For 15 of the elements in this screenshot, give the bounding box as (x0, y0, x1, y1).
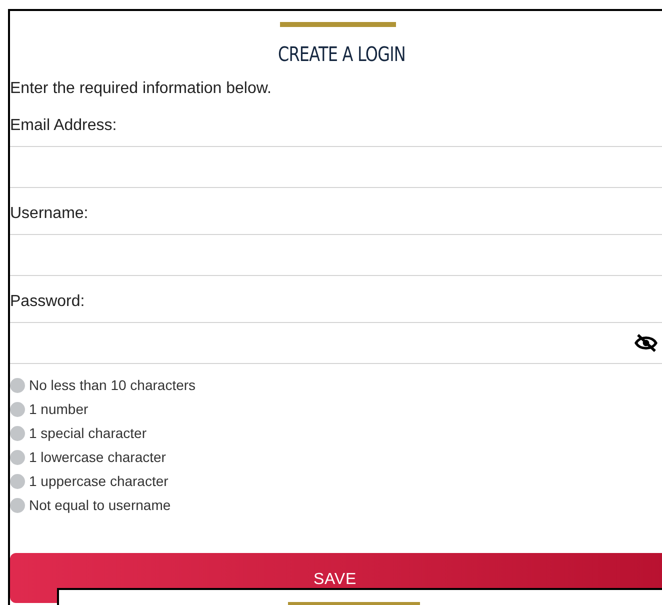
requirement-text: No less than 10 characters (29, 376, 196, 395)
field-label: Password: (10, 292, 86, 312)
requirement-text: 1 special character (29, 424, 147, 443)
input-field[interactable] (10, 146, 662, 188)
requirement-text: 1 uppercase character (29, 472, 168, 491)
requirement-text: 1 number (29, 400, 88, 419)
password-field[interactable] (10, 322, 662, 364)
requirement-text: 1 lowercase character (29, 448, 166, 467)
input-field[interactable] (10, 234, 662, 276)
form-title: CREATE A LOGIN (278, 41, 406, 68)
intro-text: Enter the required information below. (10, 79, 272, 99)
field-label: Email Address: (10, 116, 118, 136)
hidden-eye-icon[interactable] (634, 333, 658, 353)
requirement-text: Not equal to username (29, 496, 171, 515)
field-label: Username: (10, 204, 90, 224)
